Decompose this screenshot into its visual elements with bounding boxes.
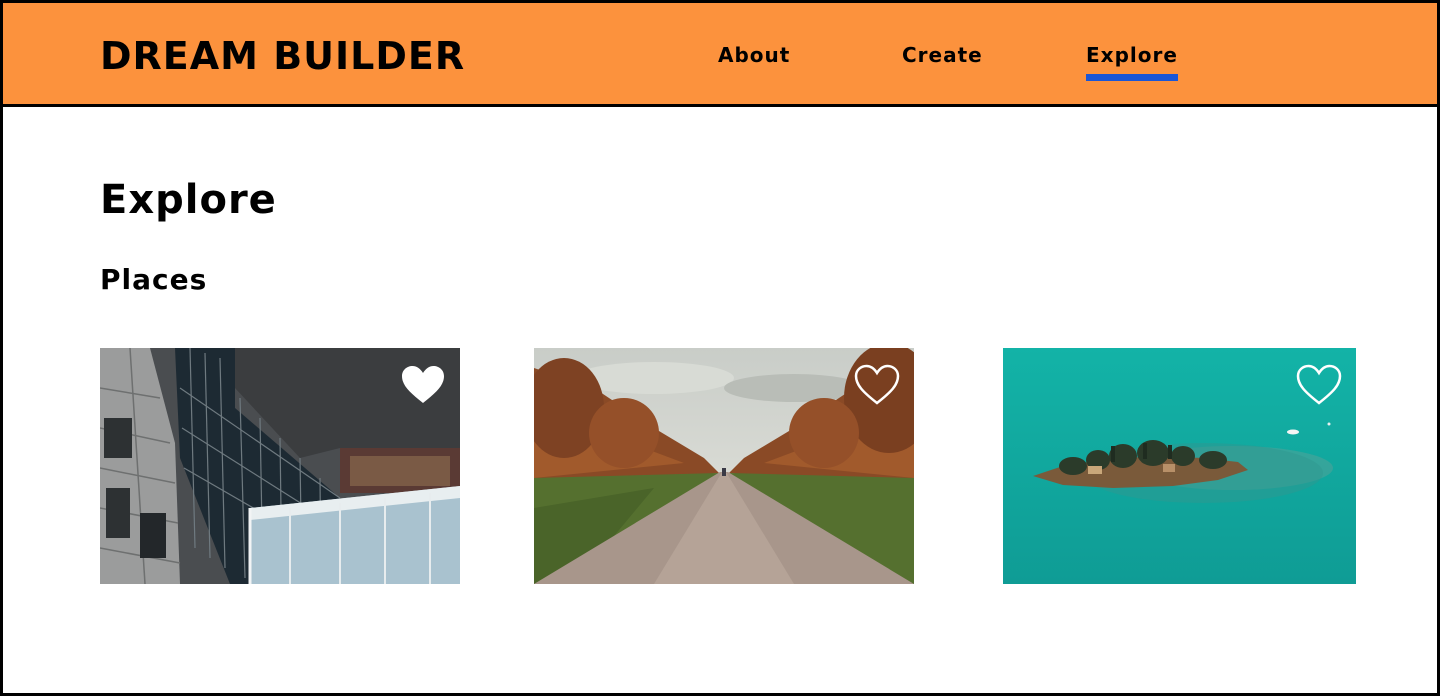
nav-about[interactable]: About <box>718 41 790 69</box>
nav-explore[interactable]: Explore <box>1086 41 1178 81</box>
page-title: Explore <box>100 177 277 223</box>
place-card-island[interactable] <box>1003 348 1356 584</box>
nav-create[interactable]: Create <box>902 41 983 69</box>
section-title-places: Places <box>100 263 208 296</box>
heart-filled-icon <box>402 366 444 403</box>
active-nav-indicator <box>1086 74 1178 81</box>
nav-about-label: About <box>718 43 791 67</box>
brand-logo[interactable]: DREAM BUILDER <box>100 33 465 79</box>
heart-outline-icon <box>1296 364 1342 405</box>
favorite-button-building[interactable] <box>400 364 446 406</box>
favorite-button-island[interactable] <box>1296 364 1342 406</box>
app-frame: DREAM BUILDER About Create Explore Explo… <box>0 0 1440 696</box>
place-card-building[interactable] <box>100 348 460 584</box>
favorite-button-avenue[interactable] <box>854 364 900 406</box>
heart-outline-icon <box>854 364 900 405</box>
nav-explore-label: Explore <box>1086 43 1178 67</box>
place-card-avenue[interactable] <box>534 348 914 584</box>
top-header: DREAM BUILDER About Create Explore <box>3 3 1437 107</box>
nav-create-label: Create <box>902 43 983 67</box>
